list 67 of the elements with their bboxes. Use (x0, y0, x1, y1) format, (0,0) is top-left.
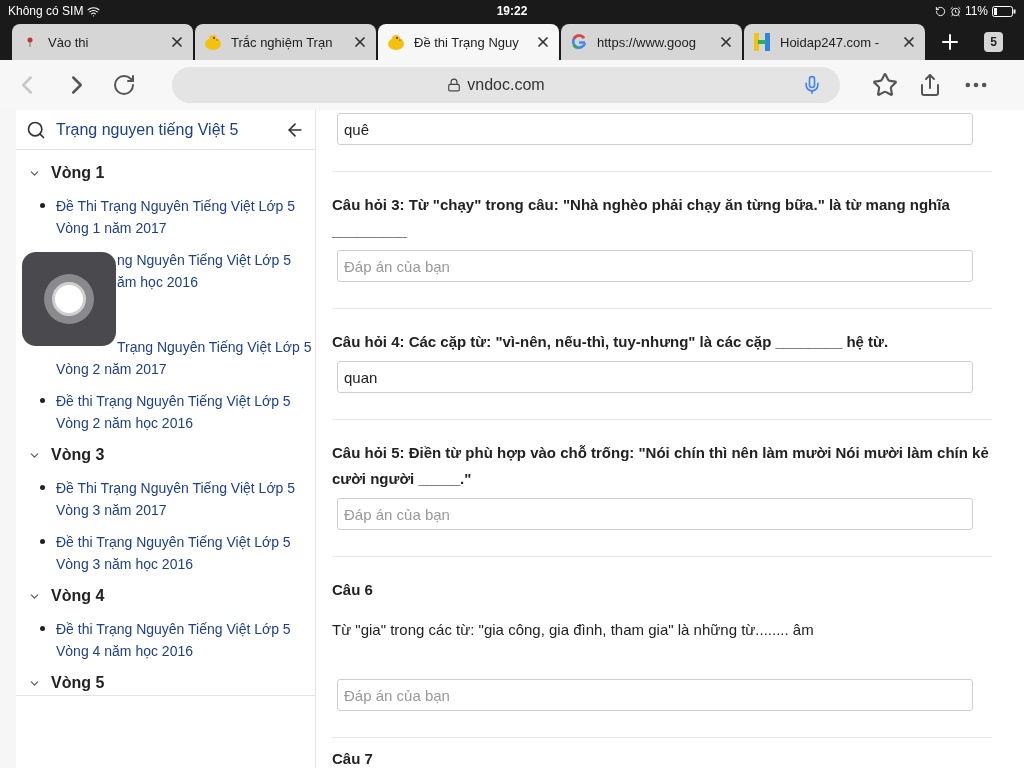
answer-field[interactable]: Đáp án của bạn (337, 250, 973, 282)
close-icon[interactable] (169, 34, 185, 50)
article-link[interactable]: Vòng 2 năm học 2016 (56, 412, 193, 434)
close-icon[interactable] (718, 34, 734, 50)
tab-title: Hoidap247.com - (780, 35, 879, 50)
battery-icon (992, 5, 1016, 17)
url-text: vndoc.com (467, 75, 545, 95)
article-link[interactable]: ăm học 2016 (117, 271, 198, 293)
group-title[interactable]: Vòng 1 (51, 161, 105, 185)
group-title[interactable]: Vòng 5 (51, 671, 105, 695)
answer-field[interactable]: Đáp án của bạn (337, 679, 973, 711)
google-icon (571, 34, 587, 50)
article-link[interactable]: Đề Thi Trạng Nguyên Tiếng Việt Lớp 5 (56, 477, 296, 499)
browser-tab[interactable]: Trắc nghiệm Trạn (195, 24, 376, 60)
article-link[interactable]: Vòng 3 năm học 2016 (56, 553, 193, 575)
answer-field[interactable]: quan (337, 361, 973, 393)
share-icon[interactable] (918, 73, 942, 97)
group-title[interactable]: Vòng 3 (51, 443, 105, 467)
rotation-lock-icon (934, 5, 946, 17)
wifi-icon (87, 4, 101, 18)
question-text: Câu hỏi 4: Các cặp từ: "vì-nên, nếu-thì, tuy-nhưng" là các cặp ________ hệ từ. (332, 332, 890, 352)
pin-icon (27, 37, 33, 47)
chick-icon (204, 33, 222, 51)
tab-title: Trắc nghiệm Trạn (231, 35, 333, 50)
lock-icon (447, 78, 462, 92)
battery-text: 11% (964, 3, 988, 20)
clock-text: 19:22 (496, 3, 528, 20)
article-link[interactable]: Đề thi Trạng Nguyên Tiếng Việt Lớp 5 (56, 531, 291, 553)
article-link[interactable]: Đề thi Trạng Nguyên Tiếng Việt Lớp 5 (56, 618, 291, 640)
question-title: Câu 7 (332, 750, 374, 768)
microphone-icon[interactable] (802, 75, 822, 95)
browser-tab[interactable]: Hoidap247.com - (744, 24, 925, 60)
group-title[interactable]: Vòng 4 (51, 584, 105, 608)
question-text: Câu hỏi 5: Điền từ phù hợp vào chỗ trống: "Nói chín thì nên làm mười Nói mười làm chín kẻ cười người _____." (332, 443, 990, 489)
tab-title: Vào thi (48, 35, 89, 50)
browser-tab[interactable]: Vào thi (12, 24, 193, 60)
alarm-icon (949, 5, 961, 17)
question-text: Từ "gia" trong các từ: "gia công, gia đình, tham gia" là những từ........ âm (332, 620, 815, 640)
assistive-touch-button[interactable] (22, 252, 116, 346)
browser-tab[interactable]: Đề thi Trạng Nguy (378, 24, 559, 60)
reload-icon[interactable] (112, 73, 136, 97)
article-link[interactable]: Trạng Nguyên Tiếng Việt Lớp 5 (117, 336, 312, 358)
sidebar-title[interactable]: Trạng nguyen tiếng Việt 5 (56, 117, 275, 142)
carrier-text: Không có SIM (8, 3, 84, 20)
answer-field[interactable]: Đáp án của bạn (337, 498, 973, 530)
question-text: Câu hỏi 3: Từ "chạy" trong câu: "Nhà nghèo phải chạy ăn từng bữa." là từ mang nghĩa _________ (332, 195, 951, 241)
bookmark-icon[interactable] (872, 72, 898, 98)
article-link[interactable]: Đề thi Trạng Nguyên Tiếng Việt Lớp 5 (56, 390, 291, 412)
chick-icon (387, 33, 405, 51)
search-icon[interactable] (26, 119, 46, 140)
close-icon[interactable] (535, 34, 551, 50)
close-icon[interactable] (901, 34, 917, 50)
answer-field[interactable]: quê (337, 113, 973, 145)
tab-title: Đề thi Trạng Nguy (414, 35, 519, 50)
article-link[interactable]: Vòng 3 năm 2017 (56, 499, 167, 521)
question-title: Câu 6 (332, 580, 374, 600)
browser-tab[interactable]: https://www.goog (561, 24, 742, 60)
article-link[interactable]: Đề Thi Trạng Nguyên Tiếng Việt Lớp 5 (56, 195, 296, 217)
tab-count[interactable]: 5 (984, 32, 1003, 52)
article-link[interactable]: Vòng 4 năm học 2016 (56, 640, 193, 662)
site-logo-icon (754, 33, 770, 51)
address-bar[interactable]: vndoc.com (172, 67, 840, 103)
article-link[interactable]: ng Nguyên Tiếng Việt Lớp 5 (117, 249, 291, 271)
tab-title: https://www.goog (597, 35, 696, 50)
article-link[interactable]: Vòng 2 năm 2017 (56, 358, 167, 380)
close-icon[interactable] (352, 34, 368, 50)
article-link[interactable]: Vòng 1 năm 2017 (56, 217, 167, 239)
